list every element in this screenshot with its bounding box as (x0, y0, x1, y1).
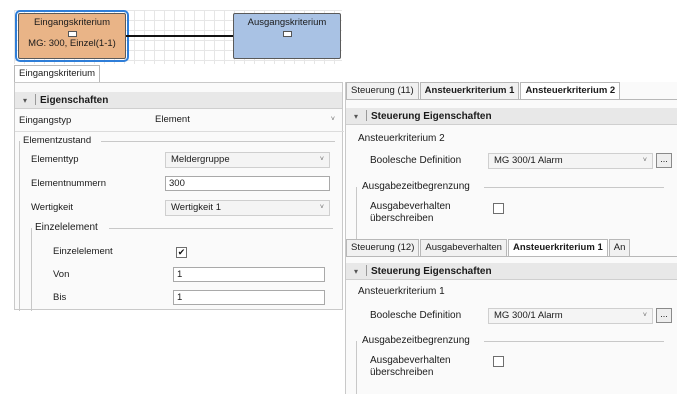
criterion-subheading: Ansteuerkriterium 2 (358, 133, 445, 144)
criterion-subheading: Ansteuerkriterium 1 (358, 286, 445, 297)
ausgabezeit-group-label: Ausgabezeitbegrenzung (362, 335, 470, 346)
right-bottom-tabbar: Steuerung (12) Ausgabeverhalten Ansteuer… (346, 239, 677, 257)
boolean-definition-select[interactable]: MG 300/1 Alarm ˅ (488, 308, 653, 324)
group-border (101, 141, 335, 142)
elementtyp-select[interactable]: Meldergruppe ˅ (165, 152, 330, 168)
section-header-steuerung[interactable]: ▾ Steuerung Eigenschaften (346, 263, 677, 280)
chevron-down-icon: ˅ (330, 116, 335, 123)
tab-ansteuerkriterium-1[interactable]: Ansteuerkriterium 1 (507, 239, 608, 256)
von-input[interactable]: 1 (173, 267, 325, 282)
row-bis: Bis 1 (15, 289, 342, 307)
tab-steuerung-12[interactable]: Steuerung (12) (346, 239, 420, 256)
bis-input[interactable]: 1 (173, 290, 325, 305)
divider (15, 131, 344, 132)
elementnummer-label: Elementnummern (31, 178, 106, 189)
row-elementnummer: Elementnummern 300 (15, 175, 342, 193)
row-wertigkeit: Wertigkeit Wertigkeit 1 ˅ (15, 199, 342, 217)
group-border (356, 187, 357, 239)
chevron-down-icon: ˅ (642, 157, 647, 164)
right-panel-top: Steuerung (11) Ansteuerkriterium 1 Anste… (345, 82, 677, 239)
collapse-chevron-icon[interactable]: ▾ (23, 92, 33, 109)
ausgabezeit-group-label: Ausgabezeitbegrenzung (362, 181, 470, 192)
group-border (484, 187, 664, 188)
tab-overflow[interactable]: An (608, 239, 631, 256)
right-top-tabbar: Steuerung (11) Ansteuerkriterium 1 Anste… (346, 82, 677, 100)
boolean-definition-value: MG 300/1 Alarm (494, 155, 563, 166)
node-port-icon (282, 31, 292, 37)
wertigkeit-select[interactable]: Wertigkeit 1 ˅ (165, 200, 330, 216)
row-elementtyp: Elementtyp Meldergruppe ˅ (15, 151, 342, 169)
chevron-down-icon: ˅ (319, 204, 324, 211)
left-tabbar: Eingangskriterium (14, 65, 101, 82)
tab-ausgabeverhalten[interactable]: Ausgabeverhalten (420, 239, 507, 256)
browse-button[interactable]: ... (656, 153, 672, 168)
boolean-definition-select[interactable]: MG 300/1 Alarm ˅ (488, 153, 653, 169)
collapse-chevron-icon[interactable]: ▾ (354, 263, 364, 280)
override-checkbox[interactable] (493, 203, 504, 214)
group-border (356, 341, 357, 394)
node-connector-line (126, 35, 233, 37)
chevron-down-icon: ˅ (319, 156, 324, 163)
row-einzelelement: Einzelelement ✔ (15, 243, 342, 261)
override-checkbox[interactable] (493, 356, 504, 367)
tab-eingangskriterium[interactable]: Eingangskriterium (14, 65, 101, 82)
row-eingangstyp: Eingangstyp Element ˅ (15, 112, 342, 130)
right-panel-bottom: Steuerung (12) Ausgabeverhalten Ansteuer… (345, 239, 677, 394)
collapse-chevron-icon[interactable]: ▾ (354, 108, 364, 125)
output-criterion-node[interactable]: Ausgangskriterium (233, 13, 341, 59)
einzelelement-checkbox[interactable]: ✔ (176, 247, 187, 258)
chevron-down-icon: ˅ (642, 312, 647, 319)
properties-panel: ▾ Eigenschaften Eingangstyp Element ˅ Ele… (14, 82, 344, 311)
elementtyp-value: Meldergruppe (171, 154, 230, 165)
section-title: Eigenschaften (40, 95, 109, 106)
einzelelement-label: Einzelelement (53, 246, 113, 257)
elementzustand-group-label: Elementzustand (23, 135, 92, 146)
node-port-icon (67, 31, 77, 37)
group-border (484, 341, 664, 342)
browse-button[interactable]: ... (656, 308, 672, 323)
override-label-line2: überschreiben (370, 213, 434, 224)
header-separator (35, 94, 36, 105)
input-node-title: Eingangskriterium (33, 17, 111, 28)
eingangstyp-select[interactable]: Element ˅ (150, 113, 340, 129)
wertigkeit-label: Wertigkeit (31, 202, 74, 213)
wertigkeit-value: Wertigkeit 1 (171, 202, 221, 213)
flow-diagram-canvas[interactable]: Eingangskriterium MG: 300, Einzel(1-1) A… (14, 10, 342, 64)
boolean-definition-label: Boolesche Definition (370, 155, 462, 166)
eingangstyp-value: Element (155, 114, 190, 125)
override-label-line1: Ausgabeverhalten (370, 355, 451, 366)
section-title: Steuerung Eigenschaften (371, 111, 492, 122)
boolean-definition-label: Boolesche Definition (370, 310, 462, 321)
elementtyp-label: Elementtyp (31, 154, 79, 165)
einzelelement-group-label: Einzelelement (35, 222, 98, 233)
section-header-steuerung[interactable]: ▾ Steuerung Eigenschaften (346, 108, 677, 125)
header-separator (366, 110, 367, 121)
input-criterion-node[interactable]: Eingangskriterium MG: 300, Einzel(1-1) (15, 10, 129, 62)
group-border (109, 228, 333, 229)
section-header-eigenschaften[interactable]: ▾ Eigenschaften (15, 92, 342, 109)
override-label-line1: Ausgabeverhalten (370, 201, 451, 212)
tab-ansteuerkriterium-2[interactable]: Ansteuerkriterium 2 (520, 82, 621, 99)
row-von: Von 1 (15, 266, 342, 284)
output-node-title: Ausgangskriterium (247, 17, 327, 28)
boolean-definition-value: MG 300/1 Alarm (494, 310, 563, 321)
input-node-subtitle: MG: 300, Einzel(1-1) (28, 38, 116, 49)
eingangstyp-label: Eingangstyp (19, 115, 72, 126)
tab-steuerung-11[interactable]: Steuerung (11) (346, 82, 419, 99)
bis-label: Bis (53, 292, 67, 303)
von-label: Von (53, 269, 70, 280)
tab-ansteuerkriterium-1[interactable]: Ansteuerkriterium 1 (419, 82, 520, 99)
override-label-line2: überschreiben (370, 367, 434, 378)
elementnummer-input[interactable]: 300 (165, 176, 330, 191)
header-separator (366, 265, 367, 276)
section-title: Steuerung Eigenschaften (371, 266, 492, 277)
